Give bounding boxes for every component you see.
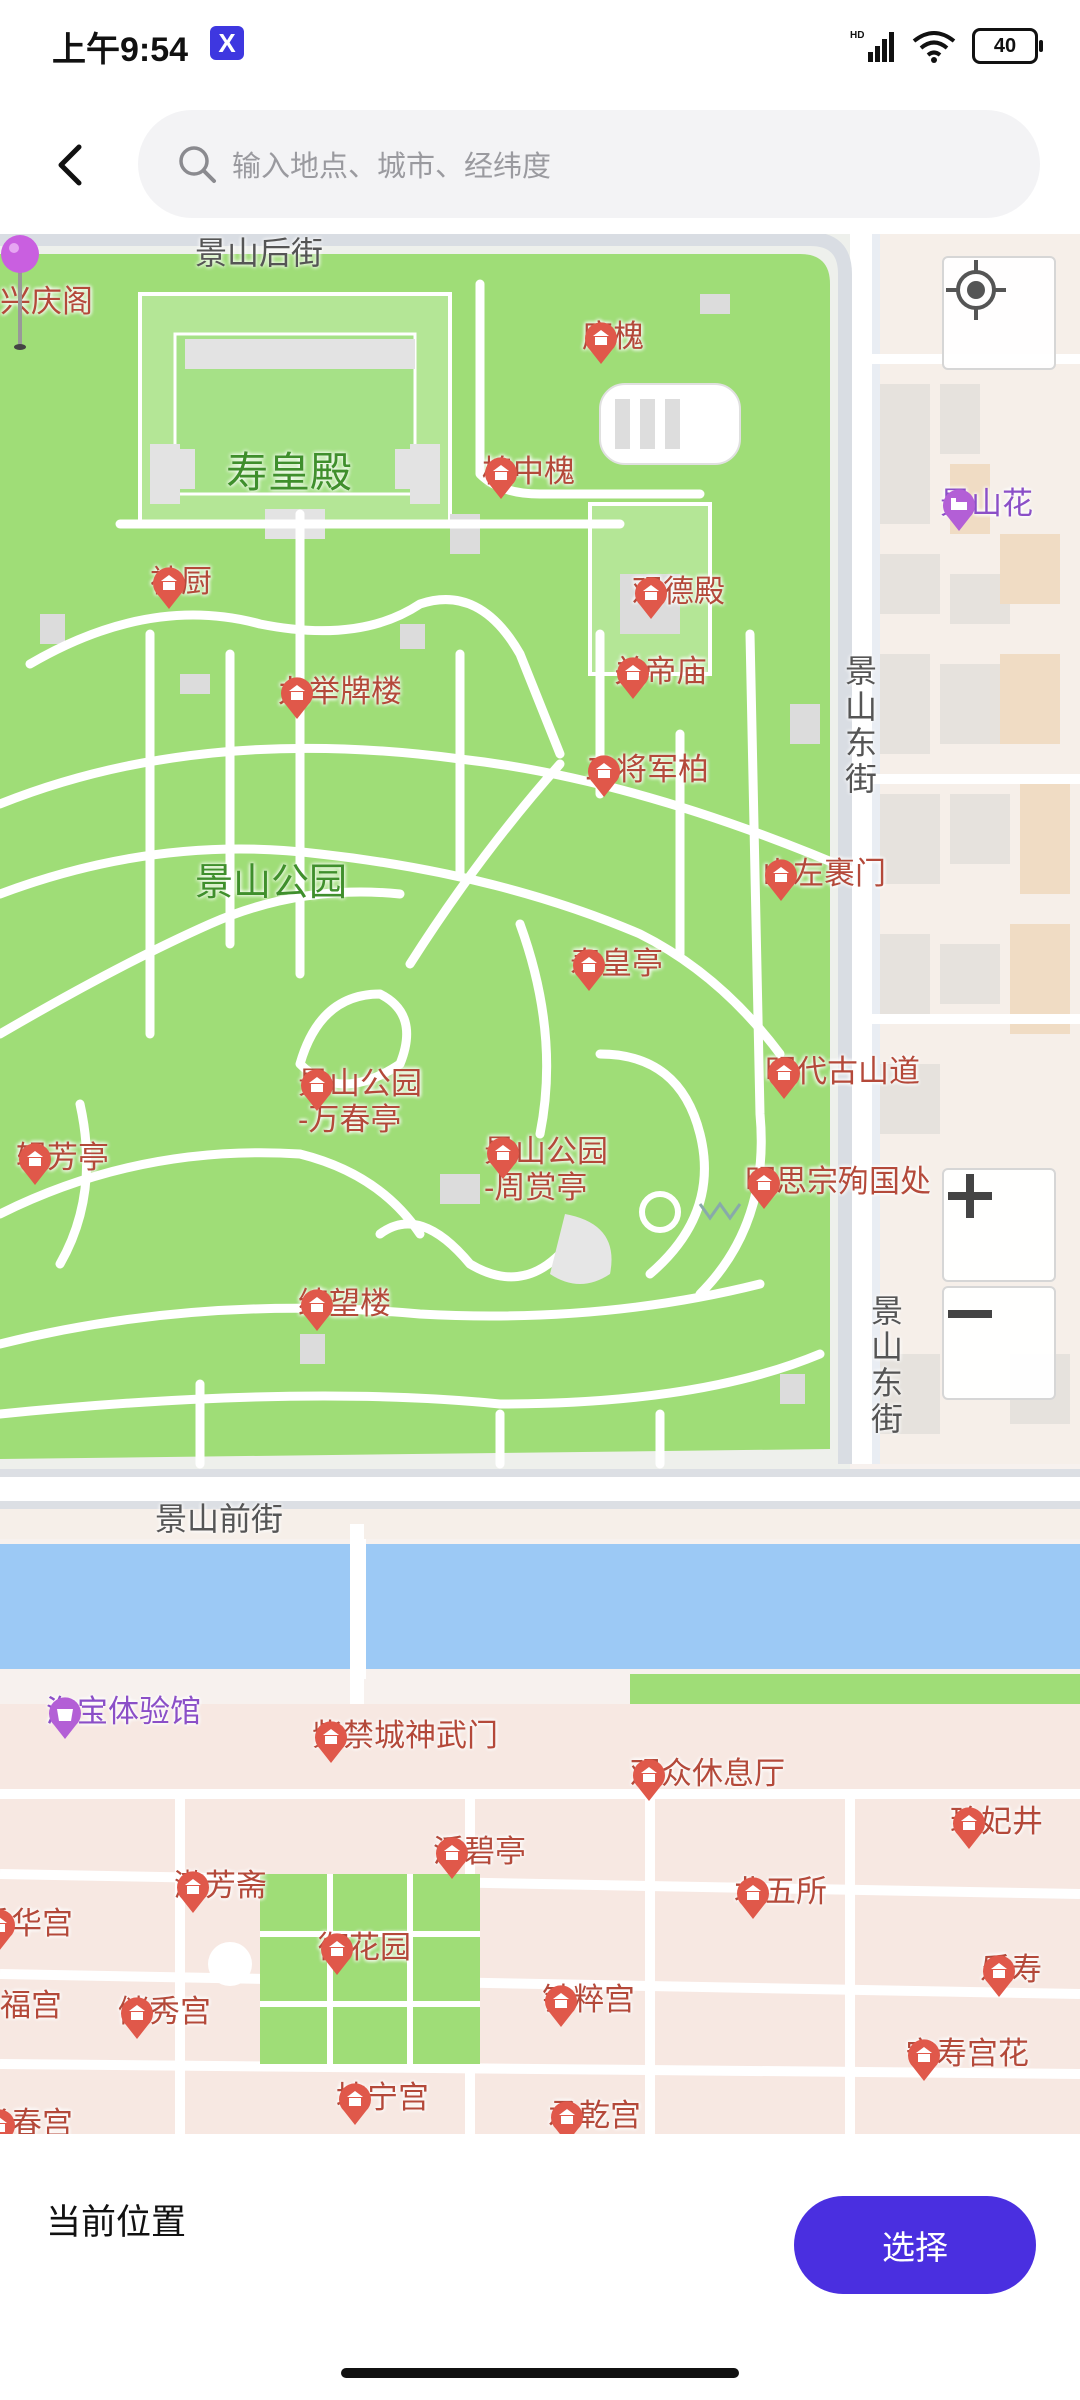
search-icon bbox=[179, 146, 216, 183]
pavilion-pin-icon bbox=[545, 1985, 577, 2027]
poi-mingsizong-xunguochu[interactable]: 明思宗殉国处 bbox=[745, 1164, 931, 1209]
poi-shenwumen[interactable]: 紫禁城神武门 bbox=[312, 1718, 498, 1763]
zoom-in-button[interactable] bbox=[942, 1168, 1056, 1282]
pavilion-pin-icon bbox=[315, 1721, 347, 1763]
street-label-jingshan-dongjie-1: 景山东街 bbox=[841, 654, 877, 798]
poi-label: 福宫 bbox=[0, 1988, 62, 2023]
pavilion-pin-icon bbox=[551, 2101, 583, 2134]
pavilion-pin-icon bbox=[588, 755, 620, 797]
poi-yuhuayuan[interactable]: 御花园 bbox=[318, 1930, 411, 1975]
pavilion-pin-icon bbox=[485, 457, 517, 499]
pavilion-pin-icon bbox=[633, 1759, 665, 1801]
status-time: 上午9:54 bbox=[52, 31, 189, 69]
network-type-label: HD bbox=[850, 30, 864, 41]
poi-chuxiugong[interactable]: 储秀宫 bbox=[118, 1994, 211, 2039]
park-label-jingshan-park: 景山公园 bbox=[195, 862, 348, 904]
pavilion-pin-icon bbox=[0, 1909, 15, 1950]
battery-icon: 40 bbox=[972, 28, 1043, 64]
bottom-panel: 当前位置 选择 bbox=[0, 2134, 1080, 2400]
poi-chonghuagong[interactable]: 重华宫 bbox=[0, 1906, 73, 1950]
pavilion-pin-icon bbox=[908, 2039, 940, 2081]
pavilion-pin-icon bbox=[339, 2083, 371, 2125]
park-label-shouhuangdian: 寿皇殿 bbox=[226, 449, 353, 496]
search-placeholder: 输入地点、城市、经纬度 bbox=[232, 151, 552, 183]
pavilion-pin-icon bbox=[487, 1137, 519, 1179]
poi-kunninggong[interactable]: 坤宁宫 bbox=[336, 2080, 429, 2125]
poi-zhoushangting[interactable]: 景山公园 -周赏亭 bbox=[484, 1134, 608, 1205]
zoom-out-button[interactable] bbox=[942, 1286, 1056, 1400]
pavilion-pin-icon bbox=[983, 1955, 1015, 1997]
wifi-icon bbox=[912, 31, 956, 63]
pavilion-pin-icon bbox=[177, 1871, 209, 1913]
pavilion-pin-icon bbox=[0, 2109, 15, 2134]
poi-mingdai-gushandao[interactable]: 明代古山道 bbox=[765, 1054, 920, 1099]
minus-icon bbox=[948, 1310, 992, 1318]
street-label-jingshan-houjie: 景山后街 bbox=[195, 235, 324, 271]
header: 输入地点、城市、经纬度 bbox=[0, 100, 1080, 230]
poi-changchungong[interactable]: 长春宫 bbox=[0, 2106, 73, 2134]
hotel-pin-icon bbox=[943, 489, 975, 531]
status-bar: 上午9:54 X HD 40 bbox=[0, 0, 1080, 90]
pavilion-pin-icon bbox=[635, 577, 667, 619]
pavilion-pin-icon bbox=[585, 322, 617, 364]
pavilion-pin-icon bbox=[301, 1069, 333, 1111]
poi-beiwusuo[interactable]: 北五所 bbox=[734, 1874, 827, 1919]
poi-qiwanglou[interactable]: 绮望楼 bbox=[298, 1286, 391, 1331]
pavilion-pin-icon bbox=[301, 1289, 333, 1331]
poi-leshou[interactable]: 乐寿 bbox=[980, 1952, 1042, 1997]
status-icons: HD 40 bbox=[850, 26, 1043, 66]
back-arrow-icon bbox=[58, 144, 82, 186]
poi-wanchunting[interactable]: 景山公园 -万春亭 bbox=[298, 1066, 422, 1137]
poi-taobao-tiyanguan[interactable]: 淘宝体验馆 bbox=[46, 1694, 201, 1739]
poi-ningshougong-huayuan[interactable]: 宁寿宫花 bbox=[905, 2036, 1029, 2081]
plus-icon bbox=[948, 1174, 992, 1218]
poi-huaizhonghuai[interactable]: 槐中槐 bbox=[482, 454, 575, 499]
poi-shouhuangting[interactable]: 寿皇亭 bbox=[570, 946, 663, 991]
pavilion-pin-icon bbox=[19, 1143, 51, 1185]
pavilion-pin-icon bbox=[748, 1167, 780, 1209]
street-label-jingshan-qianjie: 景山前街 bbox=[155, 1501, 284, 1537]
location-pin-icon bbox=[1, 235, 39, 350]
map-view[interactable]: 寿皇殿 景山公园 景山后街 景山东街 景山东街 景山前街 兴庆阁 唐槐 槐中槐 … bbox=[0, 234, 1080, 2134]
pavilion-pin-icon bbox=[436, 1837, 468, 1879]
select-button[interactable]: 选择 bbox=[794, 2196, 1036, 2294]
poi-zhenfeijing[interactable]: 珍妃井 bbox=[950, 1804, 1043, 1849]
poi-chengqiangong[interactable]: 承乾宫 bbox=[548, 2098, 641, 2134]
poi-guandimiao[interactable]: 关帝庙 bbox=[614, 654, 707, 699]
pavilion-pin-icon bbox=[768, 1057, 800, 1099]
poi-fubiting[interactable]: 浮碧亭 bbox=[433, 1834, 526, 1879]
pavilion-pin-icon bbox=[573, 949, 605, 991]
app-notification-badge: X bbox=[210, 26, 244, 60]
signal-icon: HD bbox=[850, 30, 894, 62]
pavilion-pin-icon bbox=[281, 677, 313, 719]
crosshair-icon bbox=[946, 260, 1006, 320]
home-indicator[interactable] bbox=[341, 2368, 739, 2378]
pavilion-pin-icon bbox=[953, 1807, 985, 1849]
shop-pin-icon bbox=[49, 1697, 81, 1739]
pavilion-pin-icon bbox=[121, 1997, 153, 2039]
poi-guandedian[interactable]: 观德殿 bbox=[632, 574, 725, 619]
poi-shufangzhai[interactable]: 漱芳斋 bbox=[174, 1868, 267, 1913]
street-label-jingshan-dongjie-2: 景山东街 bbox=[867, 1294, 903, 1438]
pavilion-pin-icon bbox=[737, 1877, 769, 1919]
poi-jiuju-pailou[interactable]: 九举牌楼 bbox=[278, 674, 402, 719]
poi-zhongcuigong[interactable]: 钟粹宫 bbox=[542, 1982, 635, 2027]
poi-shenchu[interactable]: 神厨 bbox=[150, 564, 212, 609]
pavilion-pin-icon bbox=[321, 1933, 353, 1975]
poi-tanghuai[interactable]: 唐槐 bbox=[582, 319, 644, 364]
poi-erjiangjunbai[interactable]: 二将军柏 bbox=[585, 752, 709, 797]
poi-guanzhong-xiuxiting[interactable]: 观众休息厅 bbox=[630, 1756, 785, 1801]
pavilion-pin-icon bbox=[765, 859, 797, 901]
locate-button[interactable] bbox=[942, 256, 1056, 370]
pavilion-pin-icon bbox=[153, 567, 185, 609]
poi-fugong[interactable]: 福宫 bbox=[0, 1988, 62, 2024]
poi-jingshan-hotel[interactable]: 景山花 bbox=[940, 486, 1033, 531]
back-button[interactable] bbox=[40, 130, 100, 200]
search-input[interactable]: 输入地点、城市、经纬度 bbox=[138, 110, 1040, 218]
current-location-label: 当前位置 bbox=[46, 2203, 187, 2242]
poi-jifangting[interactable]: 辑芳亭 bbox=[16, 1140, 109, 1185]
poi-shanzuoguomen[interactable]: 山左裹门 bbox=[762, 856, 886, 901]
pavilion-pin-icon bbox=[617, 657, 649, 699]
